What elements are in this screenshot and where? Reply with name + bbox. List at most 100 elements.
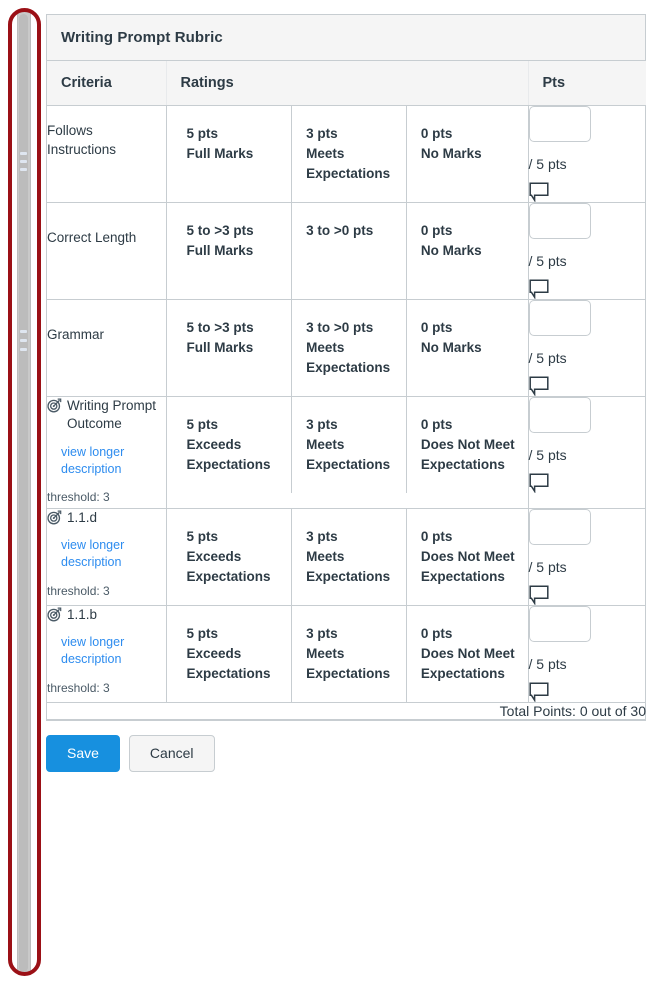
comment-bubble-icon[interactable] bbox=[528, 376, 647, 397]
rating-points: 5 pts bbox=[186, 126, 219, 141]
rubric-box: Writing Prompt Rubric Criteria Ratings P… bbox=[46, 14, 647, 722]
rating-points: 5 pts bbox=[186, 626, 219, 642]
column-header-pts: Pts bbox=[528, 61, 646, 106]
column-header-ratings: Ratings bbox=[166, 61, 529, 106]
rating-points: 3 pts bbox=[306, 626, 338, 642]
rating-option[interactable]: 3 to >0 pts Meets Expectations bbox=[291, 300, 406, 396]
cancel-button[interactable]: Cancel bbox=[128, 735, 215, 772]
comment-bubble-icon[interactable] bbox=[528, 473, 647, 494]
rating-option[interactable]: 3 pts Meets Expectations bbox=[291, 106, 406, 202]
ratings-cell: 5 pts Full Marks 3 pts Meets Expectations 0 … bbox=[166, 105, 529, 203]
criterion-name: Grammar bbox=[47, 326, 104, 342]
rating-option[interactable]: 5 to >3 pts Full Marks bbox=[167, 300, 292, 396]
rating-points: 5 to >3 pts bbox=[186, 223, 254, 238]
scrollbar-grip-mark bbox=[20, 152, 27, 155]
points-input[interactable] bbox=[528, 106, 591, 142]
rating-option[interactable]: 3 to >0 pts bbox=[291, 203, 406, 299]
rubric-header-row: Criteria Ratings Pts bbox=[47, 61, 646, 106]
criterion-name: 1.1.d bbox=[67, 510, 98, 526]
rating-option[interactable]: 5 pts Exceeds Expectations bbox=[167, 397, 292, 493]
points-input[interactable] bbox=[528, 300, 591, 336]
rubric-panel: Writing Prompt Rubric Criteria Ratings P… bbox=[46, 14, 646, 772]
rating-points: 0 pts bbox=[420, 223, 453, 238]
criterion-threshold: threshold: 3 bbox=[47, 584, 110, 599]
rating-points: 0 pts bbox=[420, 126, 453, 141]
ratings-list: 5 pts Exceeds Expectations 3 pts Meets Expe… bbox=[167, 397, 528, 493]
points-possible: / 5 pts bbox=[528, 253, 567, 269]
criterion-name: Follows Instructions bbox=[47, 123, 117, 157]
rating-option[interactable]: 0 pts Does Not Meet Expectations bbox=[405, 606, 528, 703]
rating-description: No Marks bbox=[420, 242, 482, 258]
rating-description: Does Not Meet Expectations bbox=[420, 436, 515, 472]
rating-option[interactable]: 3 pts Meets Expectations bbox=[291, 606, 406, 703]
rating-description: Meets Expectations bbox=[306, 548, 391, 584]
points-possible: / 5 pts bbox=[528, 656, 567, 673]
view-longer-line-1: view longer bbox=[61, 635, 125, 650]
form-actions: Save Cancel bbox=[46, 735, 646, 772]
rating-option[interactable]: 5 pts Full Marks bbox=[167, 106, 292, 202]
rating-option[interactable]: 0 pts Does Not Meet Expectations bbox=[405, 509, 528, 606]
view-longer-description-link[interactable]: view longer description bbox=[61, 634, 137, 668]
save-button[interactable]: Save bbox=[46, 735, 120, 772]
rating-option[interactable]: 0 pts No Marks bbox=[405, 300, 528, 396]
rating-description: Meets Expectations bbox=[306, 645, 391, 681]
rating-description: Does Not Meet Expectations bbox=[420, 645, 515, 681]
comment-bubble-icon[interactable] bbox=[528, 279, 647, 300]
points-cell: / 5 pts bbox=[528, 105, 647, 203]
scrollbar-thumb[interactable] bbox=[19, 14, 28, 972]
outcome-target-icon bbox=[47, 398, 62, 413]
rating-option[interactable]: 5 pts Exceeds Expectations bbox=[167, 606, 292, 702]
rating-points: 0 pts bbox=[420, 529, 453, 545]
view-longer-line-2: description bbox=[61, 461, 122, 476]
criterion-cell: Follows Instructions bbox=[47, 105, 167, 203]
rating-option[interactable]: 0 pts No Marks bbox=[405, 203, 528, 299]
rating-description: No Marks bbox=[420, 145, 482, 161]
rating-points: 0 pts bbox=[420, 417, 453, 432]
ratings-list: 5 pts Exceeds Expectations 3 pts Meets Expe… bbox=[167, 509, 528, 606]
criterion-outcome-header: 1.1.b bbox=[47, 606, 166, 624]
rating-option[interactable]: 0 pts Does Not Meet Expectations bbox=[405, 397, 528, 493]
rating-description: Exceeds Expectations bbox=[186, 548, 271, 584]
ratings-cell: 5 to >3 pts Full Marks 3 to >0 pts Meets Ex… bbox=[166, 299, 529, 397]
rubric-criterion-row: Grammar 5 to >3 pts Full Marks 3 to >0 pts M… bbox=[47, 299, 647, 397]
criterion-name: Writing Prompt Outcome bbox=[67, 398, 157, 432]
left-scrollbar-region[interactable] bbox=[0, 0, 46, 989]
rating-option[interactable]: 3 pts Meets Expectations bbox=[291, 509, 406, 606]
criterion-outcome-header: 1.1.d bbox=[47, 509, 166, 527]
rating-option[interactable]: 3 pts Meets Expectations bbox=[291, 397, 406, 493]
rating-option[interactable]: 5 pts Exceeds Expectations bbox=[167, 509, 292, 605]
ratings-cell: 5 pts Exceeds Expectations 3 pts Meets Expe… bbox=[166, 508, 529, 607]
points-input[interactable] bbox=[528, 203, 591, 239]
rating-points: 3 pts bbox=[306, 529, 338, 545]
view-longer-description-link[interactable]: view longer description bbox=[61, 537, 137, 571]
points-input[interactable] bbox=[528, 509, 591, 546]
rating-points: 0 pts bbox=[420, 320, 453, 335]
ratings-cell: 5 to >3 pts Full Marks 3 to >0 pts 0 pts No … bbox=[166, 202, 529, 300]
column-header-criteria: Criteria bbox=[47, 61, 167, 106]
view-longer-line-1: view longer bbox=[61, 538, 125, 553]
rating-description: Does Not Meet Expectations bbox=[420, 548, 515, 584]
rubric-criterion-row: Follows Instructions 5 pts Full Marks 3 pts… bbox=[47, 105, 647, 203]
ratings-cell: 5 pts Exceeds Expectations 3 pts Meets Expe… bbox=[166, 605, 529, 704]
comment-bubble-icon[interactable] bbox=[528, 585, 647, 606]
ratings-list: 5 pts Exceeds Expectations 3 pts Meets Expe… bbox=[167, 606, 528, 703]
criterion-name: 1.1.b bbox=[67, 607, 98, 623]
rubric-table: Criteria Ratings Pts Follows Instruction… bbox=[47, 61, 647, 721]
points-input[interactable] bbox=[528, 397, 591, 433]
comment-bubble-icon[interactable] bbox=[528, 682, 647, 703]
comment-bubble-icon[interactable] bbox=[528, 182, 647, 203]
rubric-criterion-row: Correct Length 5 to >3 pts Full Marks 3 to … bbox=[47, 202, 647, 300]
rating-option[interactable]: 5 to >3 pts Full Marks bbox=[167, 203, 292, 299]
criterion-name: Correct Length bbox=[47, 229, 137, 245]
ratings-cell: 5 pts Exceeds Expectations 3 pts Meets Expe… bbox=[166, 396, 529, 510]
view-longer-description-link[interactable]: view longer description bbox=[61, 444, 137, 478]
points-input[interactable] bbox=[528, 606, 591, 643]
rating-option[interactable]: 0 pts No Marks bbox=[405, 106, 528, 202]
total-points-row: Total Points: 0 out of 30 bbox=[47, 702, 646, 721]
view-longer-line-2: description bbox=[61, 555, 122, 570]
rating-points: 3 to >0 pts bbox=[306, 320, 374, 335]
rating-points: 0 pts bbox=[420, 626, 453, 642]
criterion-threshold: threshold: 3 bbox=[47, 681, 110, 696]
points-cell: / 5 pts bbox=[528, 508, 647, 607]
rating-description: Meets Expectations bbox=[306, 436, 391, 472]
